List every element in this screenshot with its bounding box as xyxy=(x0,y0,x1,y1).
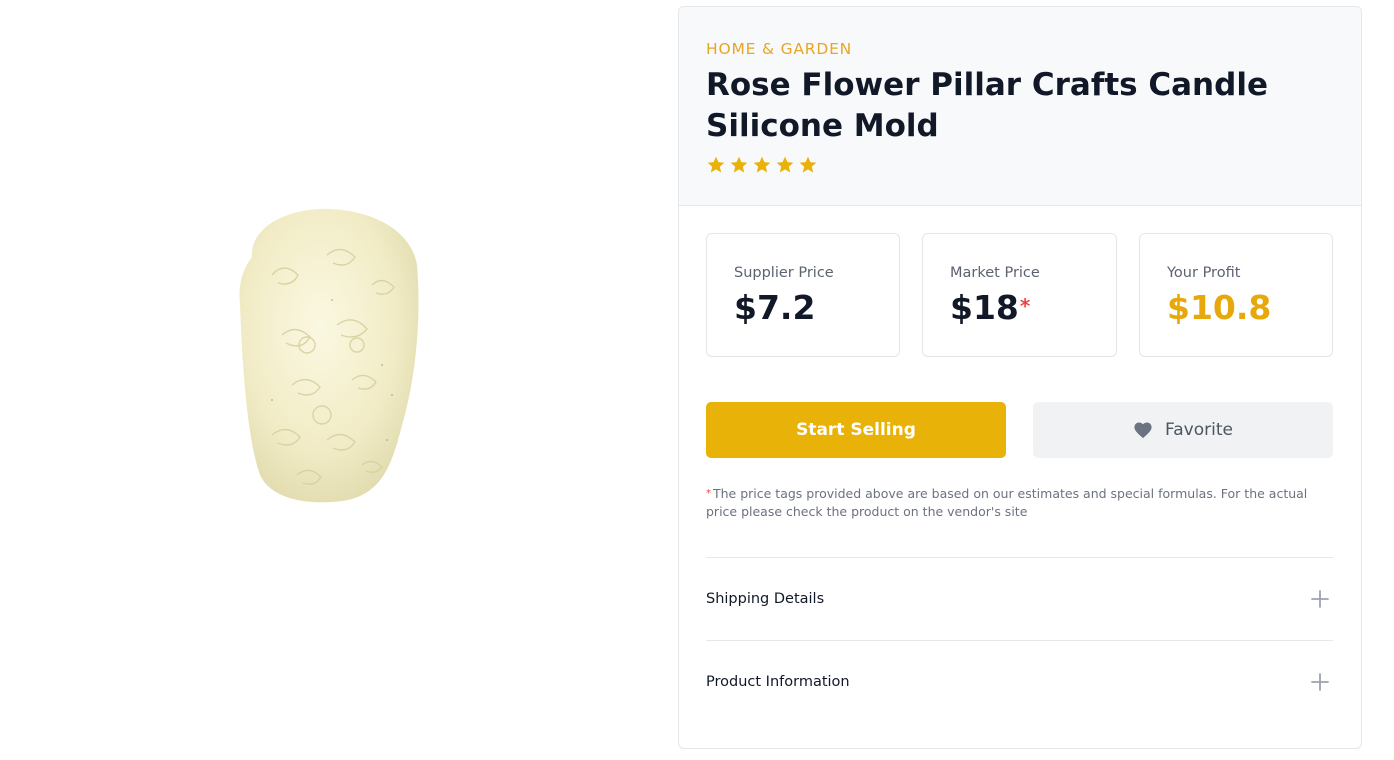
product-image-area xyxy=(0,0,660,760)
product-title: Rose Flower Pillar Crafts Candle Silicon… xyxy=(706,67,1268,144)
disclaimer-text: The price tags provided above are based … xyxy=(706,486,1308,519)
product-detail-page: HOME & GARDEN Rose Flower Pillar Crafts … xyxy=(0,0,1394,760)
rating-stars xyxy=(706,155,1334,175)
accordion-shipping-details[interactable]: Shipping Details xyxy=(706,557,1333,640)
star-icon xyxy=(730,156,748,173)
details-accordion: Shipping Details Product Information xyxy=(706,557,1333,723)
market-price-row: $18* xyxy=(950,288,1116,328)
favorite-button[interactable]: Favorite xyxy=(1033,402,1333,458)
product-image[interactable] xyxy=(232,205,422,505)
price-disclaimer: * The price tags provided above are based… xyxy=(706,485,1336,521)
accordion-label: Product Information xyxy=(706,674,850,690)
star-icon xyxy=(799,156,817,173)
profit-value: $10.8 xyxy=(1167,288,1272,327)
plus-icon[interactable] xyxy=(1311,673,1329,691)
favorite-label: Favorite xyxy=(1165,420,1233,440)
star-icon xyxy=(707,156,725,173)
product-info-card: HOME & GARDEN Rose Flower Pillar Crafts … xyxy=(678,6,1362,749)
supplier-price-box: Supplier Price $7.2 xyxy=(706,233,900,357)
product-category[interactable]: HOME & GARDEN xyxy=(706,39,1334,59)
supplier-price-value: $7.2 xyxy=(734,288,816,327)
start-selling-button[interactable]: Start Selling xyxy=(706,402,1006,458)
market-price-label: Market Price xyxy=(950,265,1040,281)
profit-label: Your Profit xyxy=(1167,265,1241,281)
heart-icon xyxy=(1134,422,1152,439)
disclaimer-asterisk: * xyxy=(706,488,711,499)
start-selling-label: Start Selling xyxy=(796,420,916,440)
accordion-label: Shipping Details xyxy=(706,591,825,607)
market-price-asterisk: * xyxy=(1019,294,1031,318)
profit-box: Your Profit $10.8 xyxy=(1139,233,1333,357)
accordion-product-information[interactable]: Product Information xyxy=(706,640,1333,723)
product-header: HOME & GARDEN Rose Flower Pillar Crafts … xyxy=(679,7,1361,206)
supplier-price-label: Supplier Price xyxy=(734,265,834,281)
star-icon xyxy=(753,156,771,173)
market-price-value: $18 xyxy=(950,288,1019,327)
market-price-box: Market Price $18* xyxy=(922,233,1117,357)
action-buttons: Start Selling Favorite xyxy=(706,402,1333,458)
plus-icon[interactable] xyxy=(1311,590,1329,608)
price-summary: Supplier Price $7.2 Market Price $18* Yo… xyxy=(706,233,1333,357)
star-icon xyxy=(776,156,794,173)
